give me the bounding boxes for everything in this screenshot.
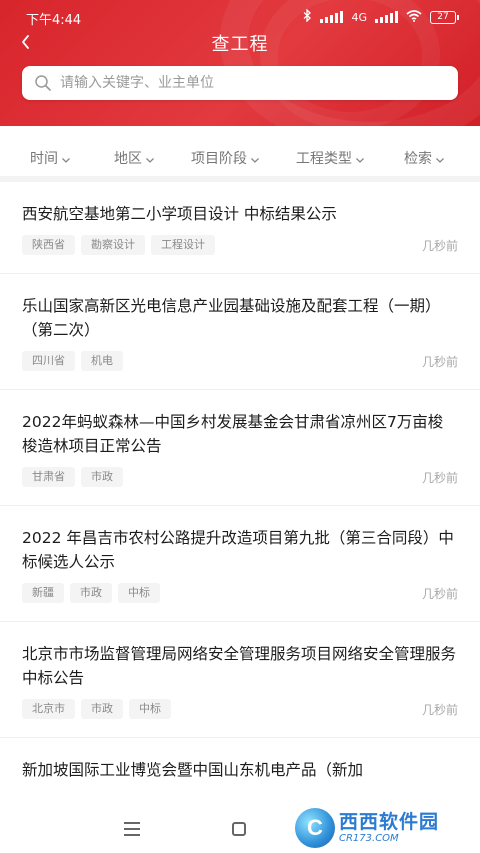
network-type: 4G — [351, 10, 367, 24]
watermark-name: 西西软件园 — [339, 811, 440, 833]
title-bar: 查工程 — [0, 28, 480, 58]
item-tag: 勘察设计 — [81, 235, 145, 255]
filter-stage[interactable]: 项目阶段 — [191, 148, 260, 168]
list-item[interactable]: 乐山国家高新区光电信息产业园基础设施及配套工程（一期）（第二次） 四川省 机电 … — [0, 274, 480, 390]
item-time: 几秒前 — [421, 702, 458, 717]
item-tag: 中标 — [118, 583, 160, 603]
chevron-down-icon — [355, 153, 365, 163]
item-tag: 市政 — [70, 583, 112, 603]
watermark-logo-icon: C — [295, 808, 335, 848]
item-title: 2022 年昌吉市农村公路提升改造项目第九批（第三合同段）中标候选人公示 — [22, 529, 454, 571]
filter-type[interactable]: 工程类型 — [296, 148, 365, 168]
item-tag: 市政 — [81, 467, 123, 487]
item-time: 几秒前 — [421, 470, 458, 485]
item-title: 新加坡国际工业博览会暨中国山东机电产品（新加 — [22, 761, 364, 779]
watermark: C 西西软件园 CR173.COM — [295, 808, 470, 848]
item-tag: 市政 — [81, 699, 123, 719]
search-icon — [34, 74, 52, 92]
item-tag: 北京市 — [22, 699, 75, 719]
filter-label: 工程类型 — [296, 151, 352, 167]
menu-icon[interactable] — [124, 822, 140, 836]
item-title: 西安航空基地第二小学项目设计 中标结果公示 — [22, 205, 337, 223]
project-list: 西安航空基地第二小学项目设计 中标结果公示 陕西省 勘察设计 工程设计 几秒前 … — [0, 182, 480, 782]
item-meta: 新疆 市政 中标 几秒前 — [22, 583, 458, 621]
wifi-icon — [406, 9, 422, 25]
item-time: 几秒前 — [421, 586, 458, 601]
signal-icon-2 — [375, 11, 398, 23]
home-square-icon[interactable] — [232, 822, 246, 836]
filter-label: 地区 — [114, 151, 142, 167]
bluetooth-icon — [303, 8, 312, 25]
item-tag: 工程设计 — [151, 235, 215, 255]
filter-time[interactable]: 时间 — [30, 148, 71, 168]
chevron-down-icon — [250, 153, 260, 163]
item-meta: 北京市 市政 中标 几秒前 — [22, 699, 458, 737]
item-tag: 中标 — [129, 699, 171, 719]
filter-label: 时间 — [30, 151, 58, 167]
list-item[interactable]: 北京市市场监督管理局网络安全管理服务项目网络安全管理服务中标公告 北京市 市政 … — [0, 622, 480, 738]
filter-label: 检索 — [404, 151, 432, 167]
item-tag: 陕西省 — [22, 235, 75, 255]
item-tag: 机电 — [81, 351, 123, 371]
item-time: 几秒前 — [421, 354, 458, 369]
filter-label: 项目阶段 — [191, 151, 247, 167]
chevron-down-icon — [435, 153, 445, 163]
list-item[interactable]: 新加坡国际工业博览会暨中国山东机电产品（新加 — [0, 738, 480, 782]
filter-region[interactable]: 地区 — [114, 148, 155, 168]
item-meta: 陕西省 勘察设计 工程设计 几秒前 — [22, 235, 458, 273]
watermark-url: CR173.COM — [339, 833, 399, 844]
header: 下午4:44 4G 27 查工程 — [0, 0, 480, 126]
item-tag: 甘肃省 — [22, 467, 75, 487]
filter-bar: 时间 地区 项目阶段 工程类型 检索 — [0, 126, 480, 182]
list-item[interactable]: 2022年蚂蚁森林—中国乡村发展基金会甘肃省凉州区7万亩梭梭造林项目正常公告 甘… — [0, 390, 480, 506]
list-item[interactable]: 西安航空基地第二小学项目设计 中标结果公示 陕西省 勘察设计 工程设计 几秒前 — [0, 182, 480, 274]
search-box[interactable] — [22, 66, 458, 100]
search-input[interactable] — [60, 68, 458, 98]
filter-search[interactable]: 检索 — [404, 148, 445, 168]
status-time: 下午4:44 — [26, 13, 82, 28]
list-item[interactable]: 2022 年昌吉市农村公路提升改造项目第九批（第三合同段）中标候选人公示 新疆 … — [0, 506, 480, 622]
item-meta: 四川省 机电 几秒前 — [22, 351, 458, 389]
item-time: 几秒前 — [421, 238, 458, 253]
status-icons: 4G 27 — [303, 8, 459, 25]
battery-icon: 27 — [430, 10, 459, 24]
item-tag: 新疆 — [22, 583, 64, 603]
item-tag: 四川省 — [22, 351, 75, 371]
item-title: 北京市市场监督管理局网络安全管理服务项目网络安全管理服务中标公告 — [22, 645, 457, 687]
chevron-down-icon — [61, 153, 71, 163]
chevron-down-icon — [145, 153, 155, 163]
watermark-text: 西西软件园 CR173.COM — [339, 811, 439, 845]
signal-icon — [320, 11, 344, 23]
page-title: 查工程 — [211, 34, 269, 55]
item-title: 2022年蚂蚁森林—中国乡村发展基金会甘肃省凉州区7万亩梭梭造林项目正常公告 — [22, 413, 444, 455]
item-title: 乐山国家高新区光电信息产业园基础设施及配套工程（一期）（第二次） — [22, 297, 441, 339]
item-meta: 甘肃省 市政 几秒前 — [22, 467, 458, 505]
